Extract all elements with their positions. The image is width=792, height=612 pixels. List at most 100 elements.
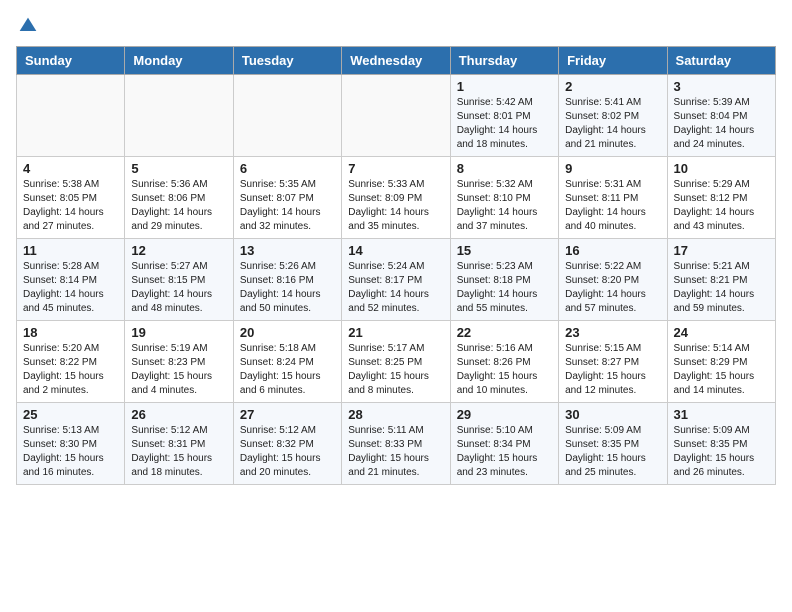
calendar-cell: 30 Sunrise: 5:09 AMSunset: 8:35 PMDayligh… xyxy=(559,403,667,485)
calendar-cell: 13 Sunrise: 5:26 AMSunset: 8:16 PMDayligh… xyxy=(233,239,341,321)
day-info: Sunrise: 5:21 AMSunset: 8:21 PMDaylight:… xyxy=(674,260,769,316)
calendar-cell: 26 Sunrise: 5:12 AMSunset: 8:31 PMDayligh… xyxy=(125,403,233,485)
calendar-week-1: 1 Sunrise: 5:42 AMSunset: 8:01 PMDaylight… xyxy=(17,75,776,157)
calendar-cell: 12 Sunrise: 5:27 AMSunset: 8:15 PMDayligh… xyxy=(125,239,233,321)
calendar-cell: 22 Sunrise: 5:16 AMSunset: 8:26 PMDayligh… xyxy=(450,321,558,403)
day-info: Sunrise: 5:24 AMSunset: 8:17 PMDaylight:… xyxy=(348,260,443,316)
header-day-friday: Friday xyxy=(559,47,667,75)
day-number: 5 xyxy=(131,161,226,176)
header-day-wednesday: Wednesday xyxy=(342,47,450,75)
calendar-cell: 9 Sunrise: 5:31 AMSunset: 8:11 PMDaylight… xyxy=(559,157,667,239)
calendar-cell xyxy=(233,75,341,157)
day-number: 22 xyxy=(457,325,552,340)
calendar-body: 1 Sunrise: 5:42 AMSunset: 8:01 PMDaylight… xyxy=(17,75,776,485)
header-day-tuesday: Tuesday xyxy=(233,47,341,75)
calendar-cell xyxy=(342,75,450,157)
calendar-cell: 8Sunrise: 5:32 AMSunset: 8:10 PMDaylight… xyxy=(450,157,558,239)
calendar-cell: 16 Sunrise: 5:22 AMSunset: 8:20 PMDayligh… xyxy=(559,239,667,321)
day-number: 11 xyxy=(23,243,118,258)
day-number: 13 xyxy=(240,243,335,258)
calendar-week-2: 4Sunrise: 5:38 AMSunset: 8:05 PMDaylight… xyxy=(17,157,776,239)
day-info: Sunrise: 5:35 AMSunset: 8:07 PMDaylight:… xyxy=(240,178,335,234)
calendar-cell: 27Sunrise: 5:12 AMSunset: 8:32 PMDayligh… xyxy=(233,403,341,485)
day-number: 6 xyxy=(240,161,335,176)
header-day-thursday: Thursday xyxy=(450,47,558,75)
calendar-cell: 20 Sunrise: 5:18 AMSunset: 8:24 PMDayligh… xyxy=(233,321,341,403)
calendar-cell: 25 Sunrise: 5:13 AMSunset: 8:30 PMDayligh… xyxy=(17,403,125,485)
day-number: 23 xyxy=(565,325,660,340)
day-number: 12 xyxy=(131,243,226,258)
day-info: Sunrise: 5:18 AMSunset: 8:24 PMDaylight:… xyxy=(240,342,335,398)
header xyxy=(16,16,776,36)
calendar-cell: 1 Sunrise: 5:42 AMSunset: 8:01 PMDaylight… xyxy=(450,75,558,157)
day-info: Sunrise: 5:17 AMSunset: 8:25 PMDaylight:… xyxy=(348,342,443,398)
day-info: Sunrise: 5:15 AMSunset: 8:27 PMDaylight:… xyxy=(565,342,660,398)
day-info: Sunrise: 5:09 AMSunset: 8:35 PMDaylight:… xyxy=(565,424,660,480)
day-number: 15 xyxy=(457,243,552,258)
day-info: Sunrise: 5:38 AMSunset: 8:05 PMDaylight:… xyxy=(23,178,118,234)
day-info: Sunrise: 5:41 AMSunset: 8:02 PMDaylight:… xyxy=(565,96,660,152)
day-info: Sunrise: 5:13 AMSunset: 8:30 PMDaylight:… xyxy=(23,424,118,480)
day-number: 19 xyxy=(131,325,226,340)
calendar-cell: 5 Sunrise: 5:36 AMSunset: 8:06 PMDaylight… xyxy=(125,157,233,239)
calendar-table: SundayMondayTuesdayWednesdayThursdayFrid… xyxy=(16,46,776,485)
day-info: Sunrise: 5:23 AMSunset: 8:18 PMDaylight:… xyxy=(457,260,552,316)
day-info: Sunrise: 5:29 AMSunset: 8:12 PMDaylight:… xyxy=(674,178,769,234)
day-info: Sunrise: 5:42 AMSunset: 8:01 PMDaylight:… xyxy=(457,96,552,152)
day-info: Sunrise: 5:14 AMSunset: 8:29 PMDaylight:… xyxy=(674,342,769,398)
day-number: 25 xyxy=(23,407,118,422)
calendar-week-3: 11 Sunrise: 5:28 AMSunset: 8:14 PMDayligh… xyxy=(17,239,776,321)
day-number: 31 xyxy=(674,407,769,422)
calendar-cell xyxy=(125,75,233,157)
day-number: 28 xyxy=(348,407,443,422)
calendar-header: SundayMondayTuesdayWednesdayThursdayFrid… xyxy=(17,47,776,75)
day-info: Sunrise: 5:12 AMSunset: 8:32 PMDaylight:… xyxy=(240,424,335,480)
day-info: Sunrise: 5:27 AMSunset: 8:15 PMDaylight:… xyxy=(131,260,226,316)
day-number: 1 xyxy=(457,79,552,94)
day-info: Sunrise: 5:36 AMSunset: 8:06 PMDaylight:… xyxy=(131,178,226,234)
header-day-monday: Monday xyxy=(125,47,233,75)
calendar-cell: 3Sunrise: 5:39 AMSunset: 8:04 PMDaylight… xyxy=(667,75,775,157)
day-info: Sunrise: 5:16 AMSunset: 8:26 PMDaylight:… xyxy=(457,342,552,398)
day-info: Sunrise: 5:20 AMSunset: 8:22 PMDaylight:… xyxy=(23,342,118,398)
day-number: 30 xyxy=(565,407,660,422)
day-info: Sunrise: 5:33 AMSunset: 8:09 PMDaylight:… xyxy=(348,178,443,234)
day-info: Sunrise: 5:28 AMSunset: 8:14 PMDaylight:… xyxy=(23,260,118,316)
calendar-cell xyxy=(17,75,125,157)
day-number: 7 xyxy=(348,161,443,176)
day-info: Sunrise: 5:11 AMSunset: 8:33 PMDaylight:… xyxy=(348,424,443,480)
calendar-cell: 31 Sunrise: 5:09 AMSunset: 8:35 PMDayligh… xyxy=(667,403,775,485)
calendar-cell: 10Sunrise: 5:29 AMSunset: 8:12 PMDayligh… xyxy=(667,157,775,239)
day-number: 17 xyxy=(674,243,769,258)
calendar-cell: 17 Sunrise: 5:21 AMSunset: 8:21 PMDayligh… xyxy=(667,239,775,321)
day-number: 8 xyxy=(457,161,552,176)
header-row: SundayMondayTuesdayWednesdayThursdayFrid… xyxy=(17,47,776,75)
calendar-cell: 4Sunrise: 5:38 AMSunset: 8:05 PMDaylight… xyxy=(17,157,125,239)
day-number: 21 xyxy=(348,325,443,340)
day-info: Sunrise: 5:09 AMSunset: 8:35 PMDaylight:… xyxy=(674,424,769,480)
calendar-cell: 6 Sunrise: 5:35 AMSunset: 8:07 PMDaylight… xyxy=(233,157,341,239)
day-number: 16 xyxy=(565,243,660,258)
day-number: 3 xyxy=(674,79,769,94)
calendar-cell: 28 Sunrise: 5:11 AMSunset: 8:33 PMDayligh… xyxy=(342,403,450,485)
calendar-cell: 7 Sunrise: 5:33 AMSunset: 8:09 PMDaylight… xyxy=(342,157,450,239)
header-day-saturday: Saturday xyxy=(667,47,775,75)
day-info: Sunrise: 5:26 AMSunset: 8:16 PMDaylight:… xyxy=(240,260,335,316)
day-number: 20 xyxy=(240,325,335,340)
calendar-cell: 23 Sunrise: 5:15 AMSunset: 8:27 PMDayligh… xyxy=(559,321,667,403)
day-info: Sunrise: 5:12 AMSunset: 8:31 PMDaylight:… xyxy=(131,424,226,480)
day-number: 26 xyxy=(131,407,226,422)
calendar-cell: 2 Sunrise: 5:41 AMSunset: 8:02 PMDaylight… xyxy=(559,75,667,157)
calendar-week-5: 25 Sunrise: 5:13 AMSunset: 8:30 PMDayligh… xyxy=(17,403,776,485)
calendar-cell: 11 Sunrise: 5:28 AMSunset: 8:14 PMDayligh… xyxy=(17,239,125,321)
calendar-cell: 29Sunrise: 5:10 AMSunset: 8:34 PMDayligh… xyxy=(450,403,558,485)
day-info: Sunrise: 5:31 AMSunset: 8:11 PMDaylight:… xyxy=(565,178,660,234)
calendar-cell: 15 Sunrise: 5:23 AMSunset: 8:18 PMDayligh… xyxy=(450,239,558,321)
day-number: 24 xyxy=(674,325,769,340)
day-number: 9 xyxy=(565,161,660,176)
day-number: 2 xyxy=(565,79,660,94)
calendar-cell: 18Sunrise: 5:20 AMSunset: 8:22 PMDayligh… xyxy=(17,321,125,403)
calendar-cell: 14Sunrise: 5:24 AMSunset: 8:17 PMDayligh… xyxy=(342,239,450,321)
calendar-cell: 24 Sunrise: 5:14 AMSunset: 8:29 PMDayligh… xyxy=(667,321,775,403)
day-info: Sunrise: 5:22 AMSunset: 8:20 PMDaylight:… xyxy=(565,260,660,316)
